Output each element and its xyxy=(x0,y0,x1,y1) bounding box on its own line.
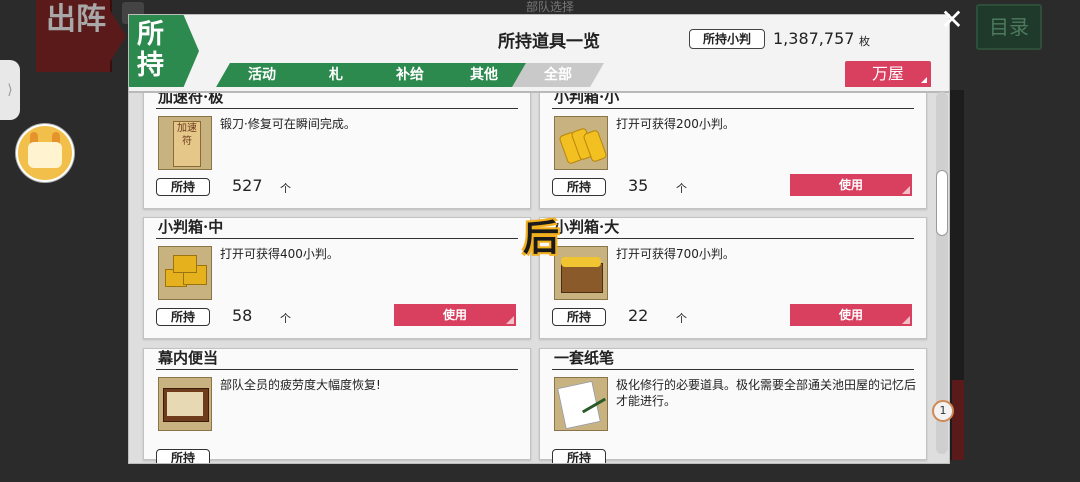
gold-bars-icon xyxy=(554,116,608,170)
item-card: 小判箱·大 打开可获得700小判。 所持 22 个 使用 xyxy=(539,217,927,339)
shop-button[interactable]: 万屋 xyxy=(845,61,931,87)
corner-triangle-icon xyxy=(921,77,927,83)
page-indicator[interactable]: 1 xyxy=(932,400,954,422)
use-button[interactable]: 使用 xyxy=(790,304,912,326)
gold-box-icon xyxy=(158,246,212,300)
item-description: 锻刀·修复可在瞬间完成。 xyxy=(220,117,356,131)
koban-label: 所持小判 xyxy=(689,29,765,49)
overlay-glyph: 后 xyxy=(522,217,559,259)
owned-label: 所持 xyxy=(552,449,606,463)
close-icon[interactable]: ✕ xyxy=(936,4,968,36)
koban-unit: 枚 xyxy=(859,35,870,48)
item-list[interactable]: 加速符·极 加速符 锻刀·修复可在瞬间完成。 所持 527 个 小判箱·小 打开… xyxy=(139,93,929,463)
sortie-banner-label: 出阵 xyxy=(46,2,106,37)
chevron-right-icon: ⟩ xyxy=(7,82,13,98)
talisman-icon: 加速符 xyxy=(158,116,212,170)
item-card: 加速符·极 加速符 锻刀·修复可在瞬间完成。 所持 527 个 xyxy=(143,93,531,209)
item-name: 小判箱·小 xyxy=(554,93,620,106)
item-name: 加速符·极 xyxy=(158,93,224,106)
use-button[interactable]: 使用 xyxy=(394,304,516,326)
item-card: 幕内便当 部队全员的疲劳度大幅度恢复! 所持 xyxy=(143,348,531,463)
page-title: 所持道具一览 xyxy=(498,32,600,52)
catalog-button-label: 目录 xyxy=(989,15,1029,39)
side-drawer-tab[interactable]: ⟩ xyxy=(0,60,20,120)
item-description: 打开可获得400小判。 xyxy=(220,247,339,261)
corner-triangle-icon xyxy=(902,316,910,324)
item-card: 一套纸笔 极化修行的必要道具。极化需要全部通关池田屋的记忆后才能进行。 所持 xyxy=(539,348,927,463)
use-button[interactable]: 使用 xyxy=(790,174,912,196)
scrollbar-thumb[interactable] xyxy=(936,170,948,236)
tab-event-label: 活动 xyxy=(248,67,276,83)
corner-triangle-icon xyxy=(506,316,514,324)
tab-supply-label: 补给 xyxy=(396,67,424,83)
item-name: 一套纸笔 xyxy=(554,349,615,367)
koban-value: 1,387,757 xyxy=(773,29,855,48)
bento-icon xyxy=(158,377,212,431)
use-button-label: 使用 xyxy=(838,178,863,192)
item-card: 小判箱·小 打开可获得200小判。 所持 35 个 使用 xyxy=(539,93,927,209)
bento-food xyxy=(167,392,203,416)
divider xyxy=(156,369,518,370)
item-description: 极化修行的必要道具。极化需要全部通关池田屋的记忆后才能进行。 xyxy=(616,378,917,408)
divider xyxy=(552,238,914,239)
divider xyxy=(552,369,914,370)
owned-badge-label: 所持 xyxy=(137,19,164,81)
use-button-label: 使用 xyxy=(442,308,467,322)
owned-badge: 所持 xyxy=(129,15,199,87)
gold-block xyxy=(173,255,197,273)
item-description: 部队全员的疲劳度大幅度恢复! xyxy=(220,378,381,392)
divider xyxy=(156,108,518,109)
paper-brush-icon xyxy=(554,377,608,431)
item-description: 打开可获得700小判。 xyxy=(616,247,735,261)
item-count: 58 xyxy=(232,306,253,325)
talisman-paper: 加速符 xyxy=(173,121,201,167)
chest-body xyxy=(561,263,603,293)
item-description: 打开可获得200小判。 xyxy=(616,117,735,131)
item-card: 小判箱·中 打开可获得400小判。 所持 58 个 使用 xyxy=(143,217,531,339)
item-count: 35 xyxy=(628,176,649,195)
tab-other-label: 其他 xyxy=(470,67,498,83)
owned-label: 所持 xyxy=(156,308,210,326)
tab-cards-label: 札 xyxy=(329,67,343,83)
item-name: 小判箱·中 xyxy=(158,218,224,236)
item-unit: 个 xyxy=(676,182,687,195)
owned-label: 所持 xyxy=(156,178,210,196)
item-name: 小判箱·大 xyxy=(554,218,620,236)
divider xyxy=(156,238,518,239)
use-button-label: 使用 xyxy=(838,308,863,322)
chest-gold xyxy=(561,257,601,267)
tab-all[interactable]: 全部 xyxy=(512,63,604,87)
corner-triangle-icon xyxy=(902,186,910,194)
owned-label: 所持 xyxy=(156,449,210,463)
item-unit: 个 xyxy=(280,182,291,195)
shop-button-label: 万屋 xyxy=(871,64,904,83)
panel-header: 所持 所持道具一览 所持小判 1,387,757 枚 活动 札 补给 其他 全部… xyxy=(129,15,949,93)
background-title: 部队选择 xyxy=(525,0,574,14)
treasure-chest-icon xyxy=(554,246,608,300)
tab-all-label: 全部 xyxy=(544,67,572,83)
owned-label: 所持 xyxy=(552,308,606,326)
mascot-avatar[interactable] xyxy=(16,124,74,182)
item-count: 22 xyxy=(628,306,649,325)
sortie-banner[interactable]: 出阵 xyxy=(36,0,126,72)
background-red-strip xyxy=(952,380,964,460)
item-unit: 个 xyxy=(676,312,687,325)
mascot-face xyxy=(28,142,62,168)
owned-label: 所持 xyxy=(552,178,606,196)
divider xyxy=(552,108,914,109)
item-unit: 个 xyxy=(280,312,291,325)
item-name: 幕内便当 xyxy=(158,349,219,367)
catalog-button[interactable]: 目录 xyxy=(976,4,1042,50)
item-count: 527 xyxy=(232,176,263,195)
